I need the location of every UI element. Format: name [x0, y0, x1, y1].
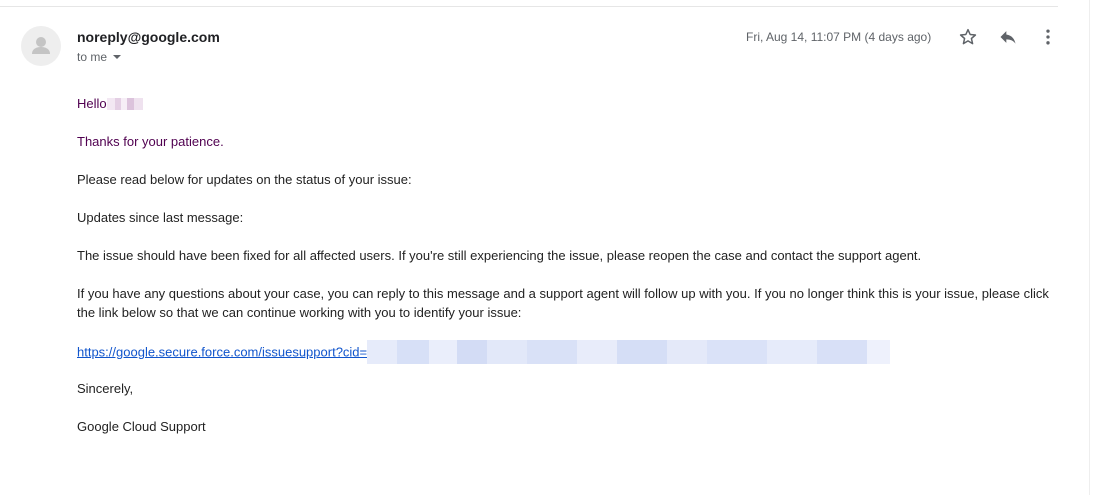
closing-line: Sincerely,	[77, 381, 134, 396]
reply-icon	[1000, 31, 1016, 44]
updates-heading: Updates since last message:	[77, 210, 244, 225]
fixed-note: The issue should have been fixed for all…	[77, 248, 922, 263]
person-icon	[32, 37, 50, 54]
star-icon	[959, 28, 977, 45]
more-vert-icon	[1046, 29, 1050, 45]
email-message-view: noreply@google.com to me Fri, Aug 14, 11…	[0, 0, 1114, 495]
star-button[interactable]	[956, 25, 980, 49]
more-options-button[interactable]	[1036, 25, 1060, 49]
sender-avatar[interactable]	[21, 26, 61, 66]
support-link-line: https://google.secure.force.com/issuesup…	[77, 340, 891, 365]
thanks-line: Thanks for your patience.	[77, 134, 224, 149]
redacted-name	[106, 97, 143, 110]
greeting-text: Hello	[77, 96, 107, 111]
top-divider	[0, 6, 1058, 7]
caret-down-icon	[113, 54, 122, 59]
redacted-link-id	[367, 340, 891, 364]
right-divider	[1089, 0, 1090, 495]
intro-line: Please read below for updates on the sta…	[77, 172, 412, 187]
support-link[interactable]: https://google.secure.force.com/issuesup…	[77, 344, 367, 359]
signature-line: Google Cloud Support	[77, 419, 206, 434]
message-date: Fri, Aug 14, 11:07 PM (4 days ago)	[746, 30, 932, 44]
greeting-line: Hello	[77, 94, 143, 113]
reply-button[interactable]	[996, 25, 1020, 49]
sender-name[interactable]: noreply@google.com	[77, 29, 220, 46]
recipient-details-toggle[interactable]: to me	[77, 49, 122, 65]
recipient-label: to me	[77, 50, 108, 64]
questions-paragraph: If you have any questions about your cas…	[77, 286, 1049, 320]
